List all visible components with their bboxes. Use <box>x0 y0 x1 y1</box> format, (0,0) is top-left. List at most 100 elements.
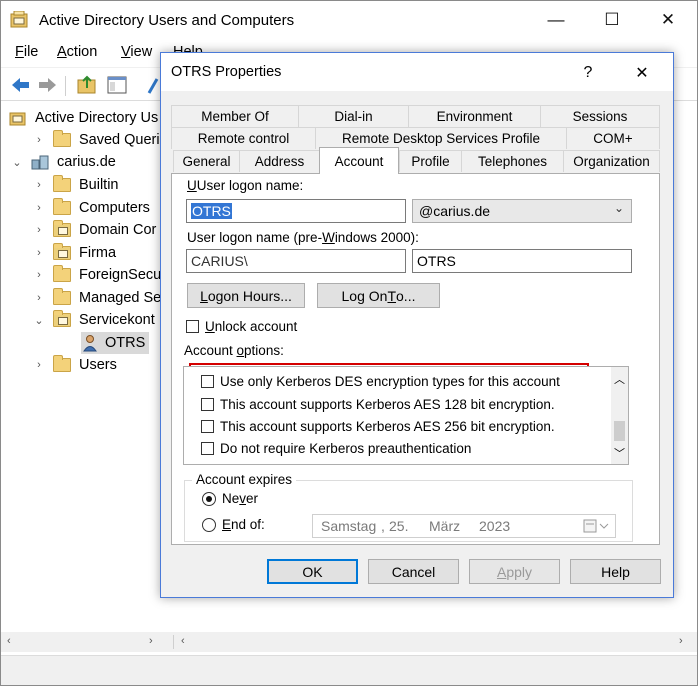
chevron-right-icon[interactable]: › <box>33 224 45 236</box>
tab-general[interactable]: General <box>173 150 239 172</box>
tab-organization[interactable]: Organization <box>563 150 660 172</box>
tree-item-domain[interactable]: ⌄ carius.de <box>11 151 115 173</box>
tab-member-of[interactable]: Member Of <box>171 105 298 127</box>
close-button[interactable]: ✕ <box>645 1 691 39</box>
tree-item-firma[interactable]: › Firma <box>33 242 116 264</box>
tab-sessions[interactable]: Sessions <box>540 105 660 127</box>
tree-item-builtin[interactable]: › Builtin <box>33 174 119 196</box>
account-options-list[interactable]: Use only Kerberos DES encryption types f… <box>183 366 629 465</box>
option-checkbox[interactable] <box>201 419 214 433</box>
apply-button[interactable]: Apply <box>469 559 560 584</box>
chevron-right-icon[interactable]: › <box>33 359 45 371</box>
expiry-date-picker[interactable]: Samstag , 25. März 2023 <box>312 514 616 538</box>
menu-file[interactable]: File <box>15 44 38 60</box>
horizontal-scrollbar[interactable]: ‹ › ‹ › <box>1 632 697 652</box>
back-arrow-icon[interactable] <box>9 73 33 97</box>
dialog-titlebar[interactable]: OTRS Properties ? ✕ <box>161 53 673 91</box>
end-of-radio[interactable] <box>202 518 216 532</box>
logon-name-input[interactable]: OTRS <box>186 199 406 223</box>
scroll-left-icon[interactable]: ‹ <box>7 635 11 647</box>
chevron-right-icon[interactable]: › <box>33 179 45 191</box>
upn-suffix-select[interactable]: @carius.de ⌄ <box>412 199 632 223</box>
tree-item-users[interactable]: › Users <box>33 354 117 376</box>
cancel-button[interactable]: Cancel <box>368 559 459 584</box>
toolbar-separator <box>65 76 66 96</box>
menu-view[interactable]: View <box>121 44 152 60</box>
option-des-only[interactable]: Use only Kerberos DES encryption types f… <box>201 371 560 391</box>
ad-users-app-icon <box>10 11 28 28</box>
ok-button[interactable]: OK <box>267 559 358 584</box>
chevron-right-icon[interactable]: › <box>33 269 45 281</box>
forward-arrow-icon[interactable] <box>35 73 59 97</box>
logon-hours-button[interactable]: Logon Hours... <box>187 283 305 308</box>
tab-telephones[interactable]: Telephones <box>461 150 563 172</box>
tree-item-saved-queries[interactable]: › Saved Queries <box>33 129 175 151</box>
tab-dial-in[interactable]: Dial-in <box>298 105 408 127</box>
tree-item-servicekonten[interactable]: ⌄ Servicekont <box>33 309 155 331</box>
scroll-up-icon[interactable]: ︿ <box>614 371 625 387</box>
chevron-right-icon[interactable]: › <box>33 134 45 146</box>
calendar-dropdown-icon[interactable] <box>583 519 611 534</box>
logon-to-button[interactable]: Log On To... <box>317 283 440 308</box>
option-checkbox[interactable] <box>201 397 214 411</box>
dialog-close-button[interactable]: ✕ <box>623 59 661 87</box>
chevron-down-icon[interactable]: ⌄ <box>33 314 45 327</box>
logon-name-label: UUser logon name: <box>187 178 304 193</box>
options-scrollbar[interactable]: ︿ ﹀ <box>611 367 628 464</box>
tree-item-domain-controllers[interactable]: › Domain Cor <box>33 219 156 241</box>
folder-icon <box>53 265 71 282</box>
tree-item-computers[interactable]: › Computers <box>33 197 150 219</box>
scroll-right-icon[interactable]: › <box>149 635 153 647</box>
tab-com-plus[interactable]: COM+ <box>566 127 660 149</box>
chevron-right-icon[interactable]: › <box>33 247 45 259</box>
tab-account[interactable]: Account <box>319 147 399 174</box>
option-no-preauth[interactable]: Do not require Kerberos preauthenticatio… <box>201 438 471 458</box>
end-of-label: End of: <box>222 517 265 532</box>
scroll-down-icon[interactable]: ﹀ <box>614 445 625 461</box>
scroll-right-icon[interactable]: › <box>679 635 683 647</box>
tree-item-otrs[interactable]: OTRS <box>81 332 150 354</box>
folder-icon <box>53 198 71 215</box>
main-window-title: Active Directory Users and Computers <box>39 12 295 29</box>
never-label: Never <box>222 491 259 506</box>
status-bar <box>1 655 697 685</box>
chevron-down-icon[interactable]: ⌄ <box>11 156 23 169</box>
console-tree: Active Directory Us › Saved Queries ⌄ ca… <box>1 102 175 630</box>
tab-address[interactable]: Address <box>239 150 319 172</box>
option-checkbox[interactable] <box>201 374 214 388</box>
tab-rds-profile[interactable]: Remote Desktop Services Profile <box>315 127 566 149</box>
maximize-button[interactable]: ☐ <box>589 1 635 39</box>
help-button[interactable]: Help <box>570 559 661 584</box>
chevron-right-icon[interactable]: › <box>33 292 45 304</box>
scroll-thumb[interactable] <box>614 421 625 441</box>
show-tree-icon[interactable] <box>105 73 129 97</box>
never-radio[interactable] <box>202 492 216 506</box>
chevron-right-icon[interactable]: › <box>33 202 45 214</box>
option-aes128[interactable]: This account supports Kerberos AES 128 b… <box>201 394 555 414</box>
pre2000-domain-field: CARIUS\ <box>186 249 406 273</box>
main-titlebar[interactable]: Active Directory Users and Computers — ☐… <box>1 1 697 39</box>
user-icon <box>83 335 97 352</box>
scroll-left-icon[interactable]: ‹ <box>181 635 185 647</box>
tree-item-foreign-security[interactable]: › ForeignSecu <box>33 264 161 286</box>
option-aes256[interactable]: This account supports Kerberos AES 256 b… <box>201 416 555 436</box>
folder-icon <box>53 288 71 305</box>
tab-remote-control[interactable]: Remote control <box>171 127 315 149</box>
ou-folder-icon <box>53 243 71 260</box>
up-folder-icon[interactable] <box>75 73 99 97</box>
minimize-button[interactable]: — <box>533 1 579 39</box>
tree-item-managed-service[interactable]: › Managed Se <box>33 287 161 309</box>
dialog-help-button[interactable]: ? <box>569 59 607 87</box>
pre2000-user-input[interactable]: OTRS <box>412 249 632 273</box>
ad-root-icon <box>9 112 26 126</box>
pre2000-logon-label: User logon name (pre-Windows 2000): <box>187 230 419 245</box>
ou-folder-icon <box>53 220 71 237</box>
tab-profile[interactable]: Profile <box>399 150 461 172</box>
domain-icon <box>31 155 49 170</box>
tree-item-root[interactable]: Active Directory Us <box>9 107 158 129</box>
menu-action[interactable]: Action <box>57 44 97 60</box>
option-checkbox[interactable] <box>201 441 214 455</box>
tab-environment[interactable]: Environment <box>408 105 540 127</box>
unlock-account-checkbox[interactable] <box>186 320 199 333</box>
pane-divider <box>173 635 174 649</box>
